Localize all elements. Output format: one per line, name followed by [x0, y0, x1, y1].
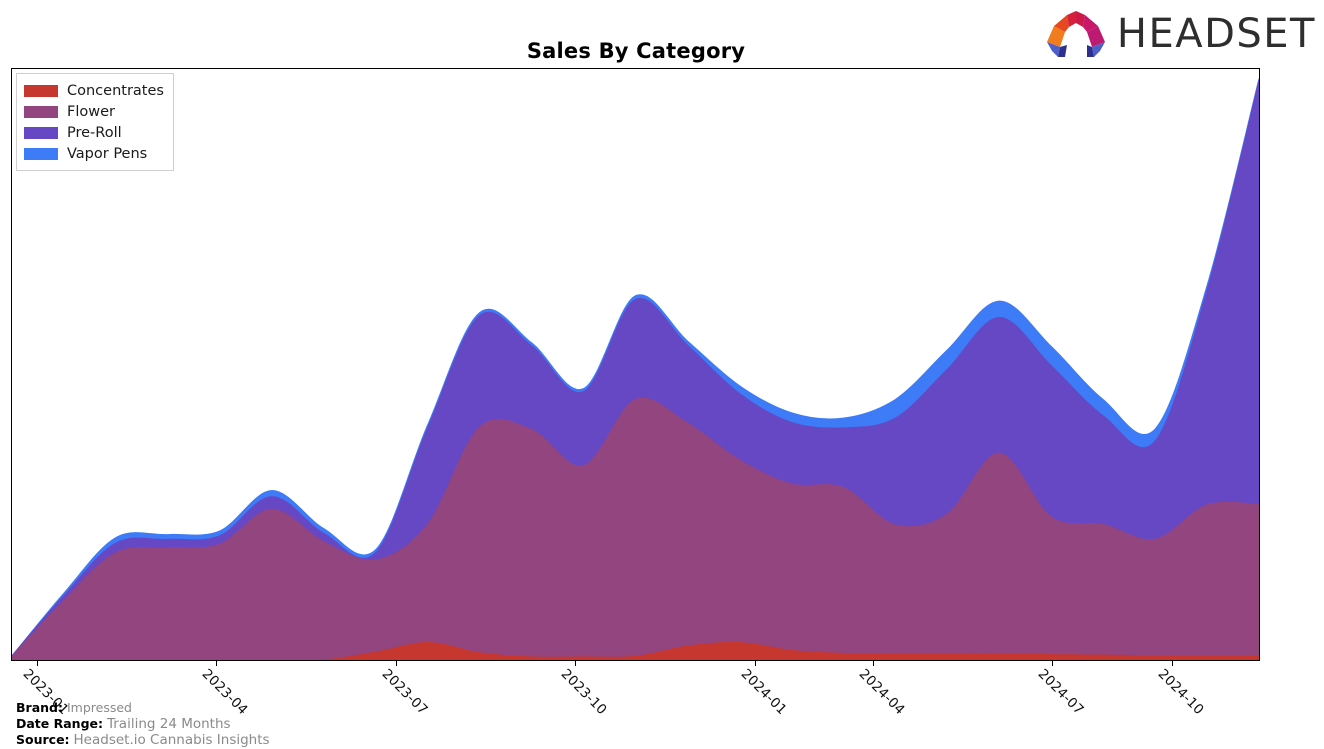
legend-swatch-flower: [24, 105, 58, 118]
chart-page: Sales By Category HEADSET 2023-01 2023-0…: [0, 0, 1324, 748]
plot-area: [11, 68, 1260, 661]
x-axis-tick: [216, 661, 217, 666]
x-axis-tick-label: 2024-04: [855, 666, 908, 719]
legend-swatch-pre-roll: [24, 126, 58, 139]
source-row: Source: Headset.io Cannabis Insights: [16, 732, 270, 749]
brand-value: Impressed: [66, 700, 132, 715]
x-axis-tick: [873, 661, 874, 666]
x-axis-tick: [575, 661, 576, 666]
daterange-value: Trailing 24 Months: [106, 715, 231, 732]
legend-item[interactable]: Flower: [24, 101, 164, 122]
footer-meta: Brand: Impressed Date Range: Trailing 24…: [16, 700, 270, 749]
headset-logo-text: HEADSET: [1116, 11, 1316, 57]
x-axis-tick-label: 2023-10: [557, 666, 610, 719]
legend-item[interactable]: Vapor Pens: [24, 143, 164, 164]
brand-row: Brand: Impressed: [16, 700, 270, 716]
source-label: Source:: [16, 732, 70, 747]
headset-logo: HEADSET: [1045, 8, 1316, 60]
daterange-row: Date Range: Trailing 24 Months: [16, 716, 270, 733]
stacked-area-chart: [12, 78, 1259, 660]
legend-swatch-concentrates: [24, 84, 58, 97]
x-axis-tick-label: 2024-07: [1034, 666, 1087, 719]
legend: Concentrates Flower Pre-Roll Vapor Pens: [16, 73, 174, 171]
legend-item-label: Pre-Roll: [67, 124, 122, 141]
legend-swatch-vapor-pens: [24, 147, 58, 160]
x-axis-tick-label: 2023-07: [378, 666, 431, 719]
series-paths: [12, 78, 1259, 660]
legend-item-label: Flower: [67, 103, 115, 120]
source-value: Headset.io Cannabis Insights: [73, 732, 270, 748]
legend-item[interactable]: Pre-Roll: [24, 122, 164, 143]
headset-logo-icon: [1046, 11, 1105, 57]
x-axis-tick: [396, 661, 397, 666]
x-axis-tick-label: 2024-01: [737, 666, 790, 719]
x-axis-tick: [37, 661, 38, 666]
x-axis-tick: [755, 661, 756, 666]
legend-item-label: Concentrates: [67, 82, 164, 99]
x-axis-tick: [1052, 661, 1053, 666]
legend-item-label: Vapor Pens: [67, 145, 148, 162]
legend-item[interactable]: Concentrates: [24, 80, 164, 101]
x-axis-tick: [1172, 661, 1173, 666]
x-axis-tick-label: 2024-10: [1154, 666, 1207, 719]
brand-label: Brand:: [16, 700, 63, 715]
daterange-label: Date Range:: [16, 715, 103, 731]
